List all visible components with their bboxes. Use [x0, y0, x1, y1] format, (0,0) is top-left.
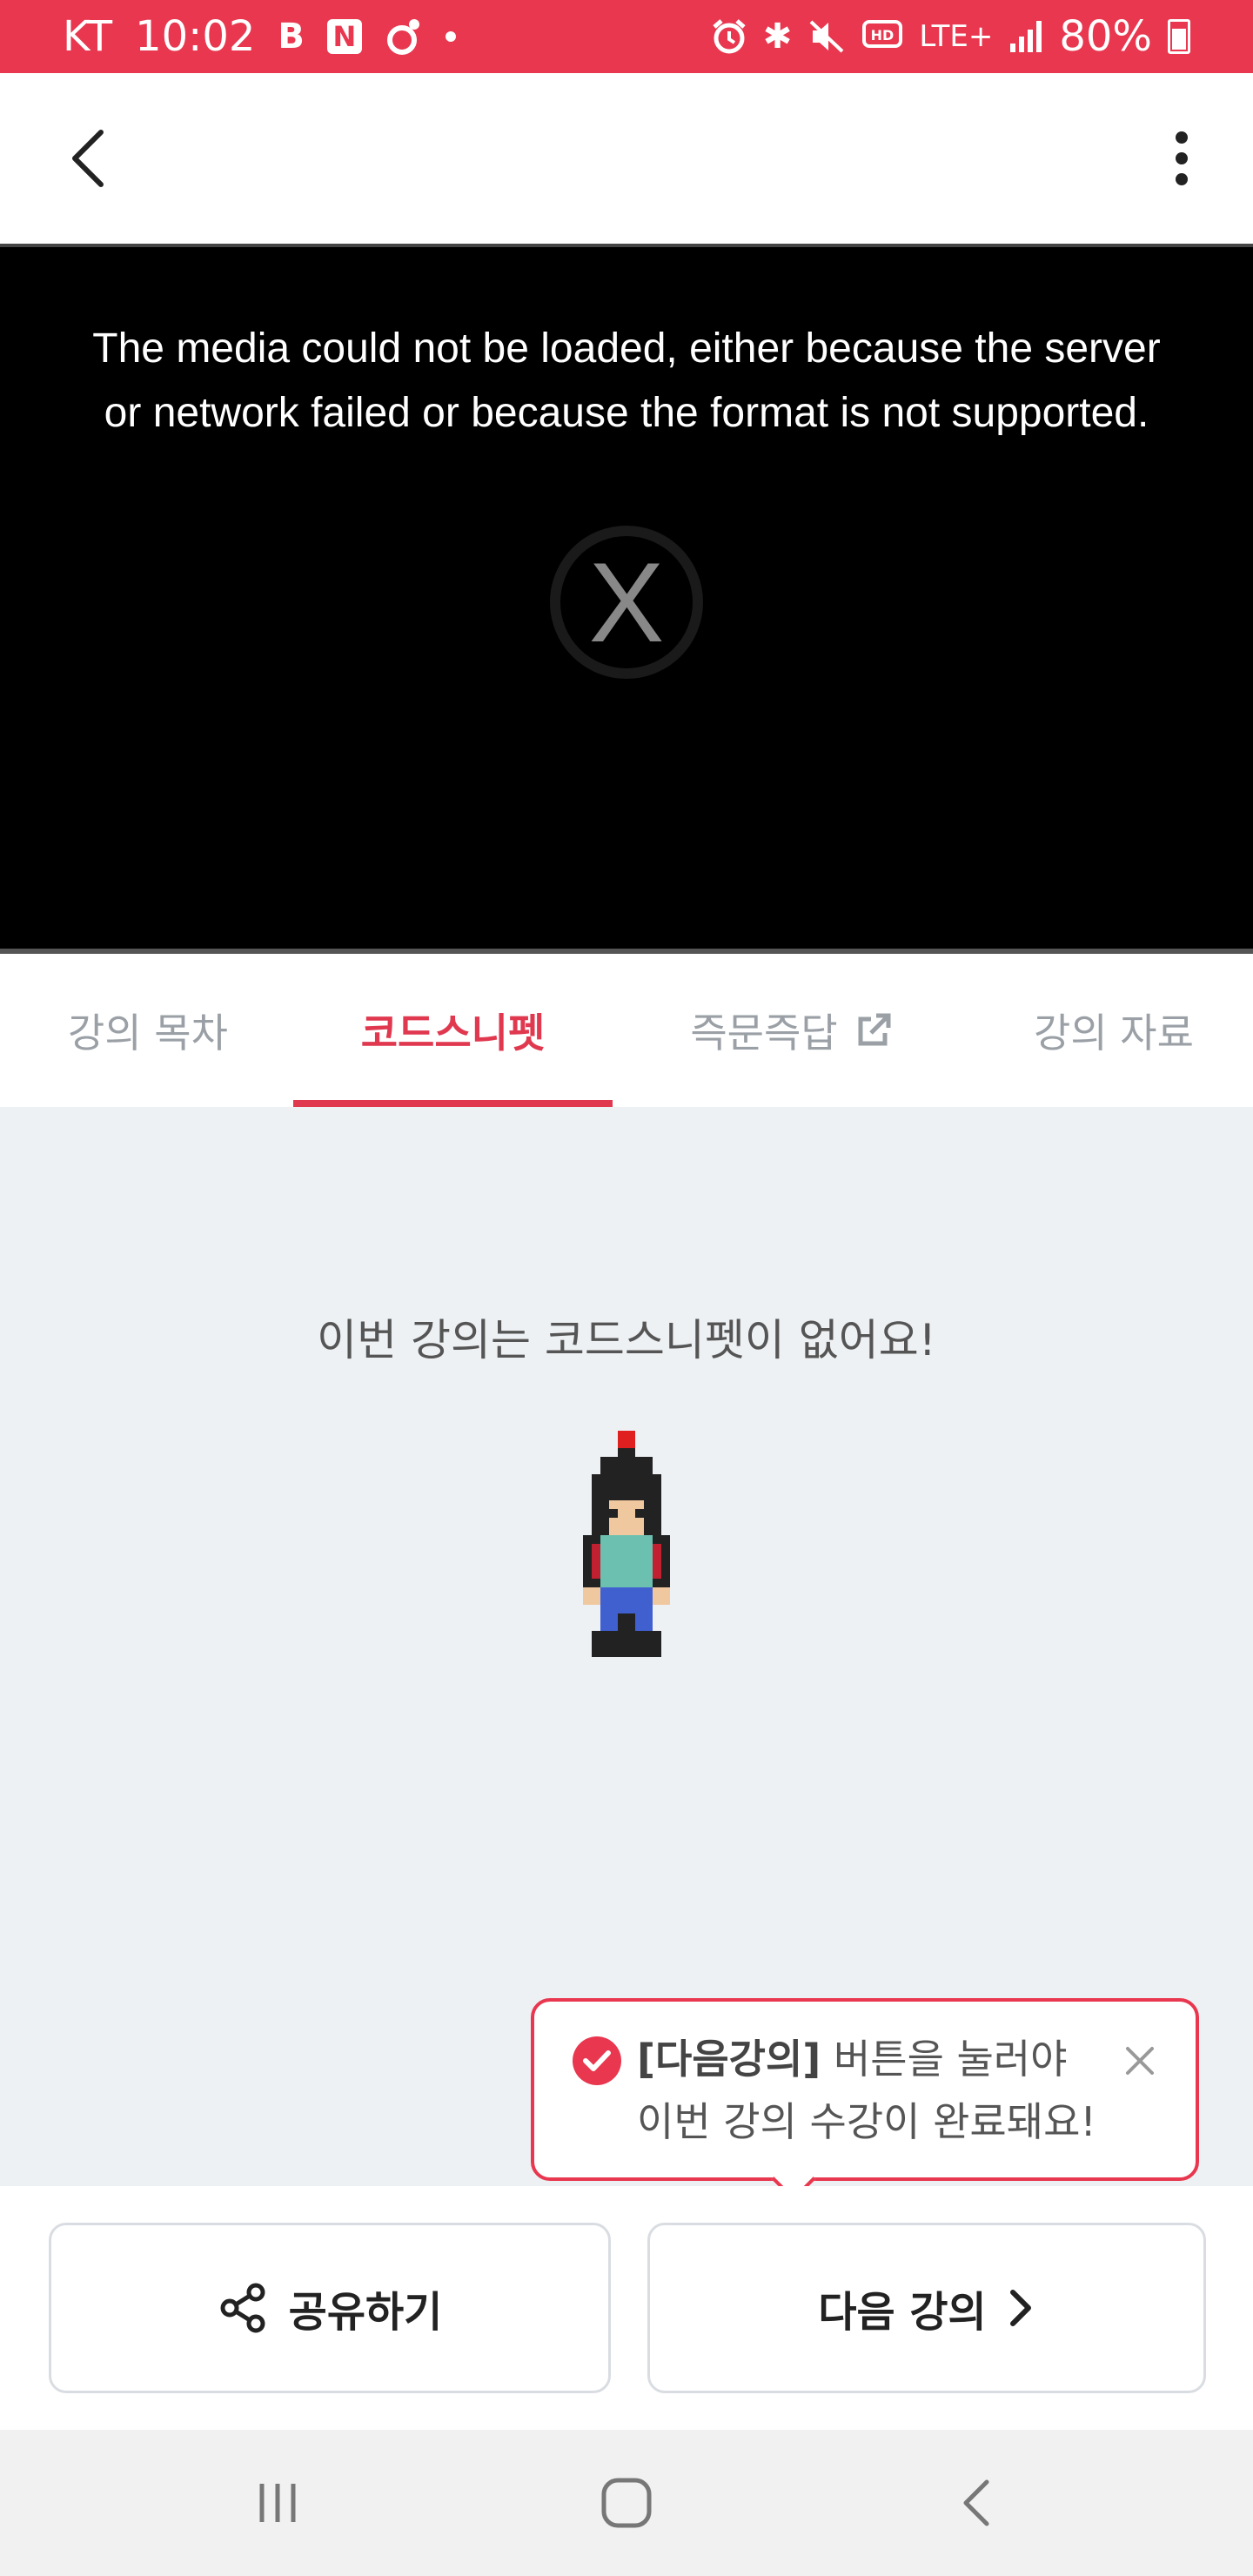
app-bar	[0, 73, 1253, 244]
notification-app-icon	[386, 19, 419, 55]
tooltip-line1: 버튼을 눌러야	[821, 2036, 1068, 2083]
tooltip-text: [다음강의] 버튼을 눌러야 이번 강의 수강이 완료돼요!	[637, 2028, 1096, 2153]
share-button[interactable]: 공유하기	[49, 2223, 611, 2393]
tab-label: 코드스니펫	[360, 1010, 546, 1057]
close-icon	[1126, 2047, 1154, 2075]
tab-label: 강의 자료	[1034, 1010, 1194, 1057]
status-bar: KT 10:02 B N ✱ HD LTE+ 80%	[0, 0, 1253, 73]
recent-apps-icon	[259, 2484, 296, 2522]
pixel-character-mascot	[583, 1431, 670, 1657]
tab-label: 강의 목차	[68, 1010, 228, 1057]
active-tab-indicator	[293, 1100, 613, 1107]
signal-icon	[1010, 21, 1042, 52]
carrier-label: KT	[63, 12, 113, 61]
tab-lecture-materials[interactable]: 강의 자료	[1001, 954, 1227, 1107]
more-notifications-dot	[445, 31, 456, 42]
chevron-right-icon	[1009, 2290, 1031, 2326]
share-icon	[220, 2283, 265, 2333]
next-lecture-button[interactable]: 다음 강의	[647, 2223, 1206, 2393]
media-error-message: The media could not be loaded, either be…	[92, 325, 1161, 436]
tab-code-snippet[interactable]: 코드스니펫	[293, 954, 613, 1107]
home-icon	[601, 2478, 652, 2528]
system-back-button[interactable]	[940, 2466, 1013, 2539]
tooltip-highlight: [다음강의]	[637, 2036, 821, 2083]
tooltip-line2: 이번 강의 수강이 완료돼요!	[637, 2098, 1096, 2145]
recent-apps-button[interactable]	[241, 2466, 314, 2539]
tab-qna[interactable]: 즉문즉답	[661, 954, 922, 1107]
alarm-icon	[713, 19, 746, 54]
check-circle-icon	[573, 2036, 621, 2085]
bluetooth-icon: ✱	[762, 17, 793, 57]
hd-voice-icon: HD	[862, 20, 903, 48]
naver-app-icon: N	[326, 19, 362, 54]
system-navigation-bar	[0, 2430, 1253, 2576]
clock: 10:02	[135, 12, 256, 61]
battery-icon	[1168, 19, 1190, 54]
mute-icon	[809, 20, 844, 53]
b-app-icon: B	[278, 17, 305, 57]
empty-state-message: 이번 강의는 코드스니펫이 없어요!	[317, 1315, 936, 1365]
media-error-icon: X	[550, 526, 703, 679]
video-player[interactable]: The media could not be loaded, either be…	[0, 244, 1253, 954]
more-options-button[interactable]	[1145, 122, 1218, 195]
lecture-tabs: 강의 목차 코드스니펫 즉문즉답 강의 자료	[0, 954, 1253, 1107]
tab-lecture-contents[interactable]: 강의 목차	[35, 954, 261, 1107]
next-lecture-label: 다음 강의	[818, 2288, 987, 2337]
external-link-icon	[858, 1013, 891, 1046]
back-arrow-icon	[963, 2479, 989, 2526]
bottom-action-bar: 공유하기 다음 강의	[0, 2186, 1253, 2430]
share-label: 공유하기	[288, 2288, 443, 2337]
back-button[interactable]	[52, 122, 125, 195]
home-button[interactable]	[590, 2466, 663, 2539]
tooltip-close-button[interactable]	[1116, 2036, 1164, 2085]
chevron-left-icon	[72, 130, 104, 187]
more-vert-icon	[1176, 131, 1188, 185]
network-type: LTE+	[919, 19, 994, 54]
svg-text:HD: HD	[871, 27, 895, 44]
tab-label: 즉문즉답	[690, 1010, 838, 1057]
battery-percent: 80%	[1059, 12, 1152, 61]
next-lecture-tooltip: [다음강의] 버튼을 눌러야 이번 강의 수강이 완료돼요!	[531, 1998, 1199, 2181]
